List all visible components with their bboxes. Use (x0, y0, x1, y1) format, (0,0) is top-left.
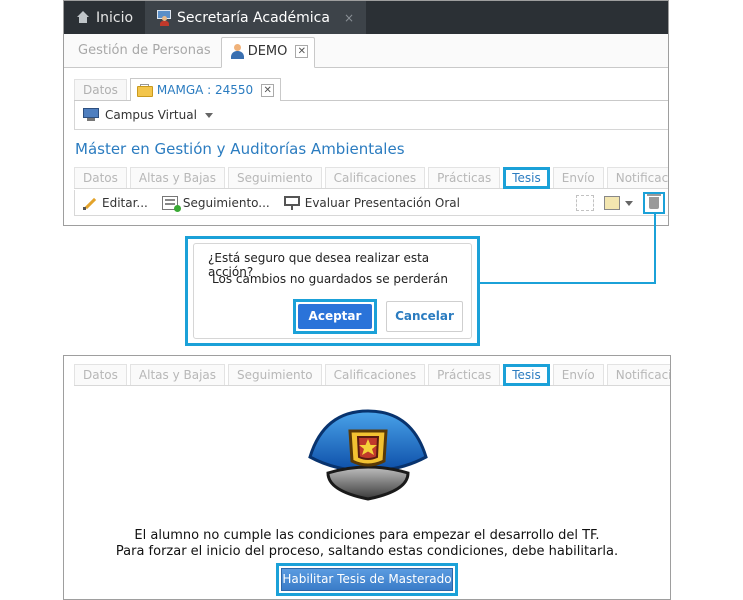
tab-seguimiento[interactable]: Seguimiento (228, 167, 322, 188)
home-icon (76, 11, 90, 24)
export-icon (604, 196, 620, 210)
tab-mamga-label: MAMGA : 24550 (156, 83, 254, 97)
tab-datos-record[interactable]: Datos (74, 79, 127, 100)
thesis-toolbar: Editar... Seguimiento... Evaluar Present… (74, 190, 668, 216)
monitor-icon (83, 108, 99, 122)
tab-gestion-personas[interactable]: Gestión de Personas (68, 43, 221, 67)
tab-altas-bajas[interactable]: Altas y Bajas (129, 364, 226, 385)
tab-seguimiento[interactable]: Seguimiento (228, 364, 322, 385)
followup-button[interactable]: Seguimiento... (161, 195, 270, 212)
tab-demo-label: DEMO (247, 44, 288, 59)
program-title: Máster en Gestión y Auditorías Ambiental… (75, 140, 405, 158)
tab-envio[interactable]: Envío (552, 364, 604, 385)
tab-datos[interactable]: Datos (74, 364, 127, 385)
tab-inicio-label: Inicio (96, 9, 134, 26)
close-demo-icon[interactable]: ✕ (295, 45, 309, 58)
thesis-message-line2: Para forzar el inicio del proceso, salta… (115, 544, 619, 559)
enable-thesis-highlight: Habilitar Tesis de Masterado (276, 563, 458, 596)
disabled-action-icon (576, 195, 594, 211)
tab-secretaria-label: Secretaría Académica (177, 9, 330, 26)
tab-secretaria-academica[interactable]: Secretaría Académica × (145, 1, 367, 34)
tab-mamga[interactable]: MAMGA : 24550 ✕ (129, 78, 282, 101)
thesis-message: El alumno no cumple las condiciones para… (64, 528, 670, 560)
campus-virtual-label: Campus Virtual (105, 108, 197, 122)
followup-label: Seguimiento... (182, 195, 270, 210)
tab-inicio[interactable]: Inicio (64, 1, 145, 34)
tab-practicas[interactable]: Prácticas (428, 364, 501, 385)
tab-datos[interactable]: Datos (74, 167, 127, 188)
evaluate-label: Evaluar Presentación Oral (304, 195, 460, 210)
detail-tabbar: Datos Altas y Bajas Seguimiento Califica… (74, 165, 668, 189)
app-window-top: Inicio Secretaría Académica × Gestión de… (63, 0, 669, 226)
chevron-down-icon (625, 200, 633, 206)
thesis-message-line1: El alumno no cumple las condiciones para… (134, 528, 600, 543)
export-menu-button[interactable] (604, 196, 633, 210)
tab-practicas[interactable]: Prácticas (428, 167, 501, 188)
tab-tesis[interactable]: Tesis (503, 167, 550, 189)
app-window-bottom: Datos Altas y Bajas Seguimiento Califica… (63, 355, 671, 600)
chevron-down-icon (204, 112, 213, 118)
callout-connector (479, 282, 656, 284)
tab-notificaciones[interactable]: Notificaciones (606, 167, 668, 188)
user-icon (230, 44, 244, 59)
close-tab-icon[interactable]: × (344, 11, 354, 25)
close-mamga-icon[interactable]: ✕ (261, 83, 275, 97)
list-add-icon (161, 195, 181, 212)
enable-thesis-button[interactable]: Habilitar Tesis de Masterado (281, 568, 453, 591)
tab-notificaciones[interactable]: Notificaciones (606, 364, 670, 385)
tab-calificaciones[interactable]: Calificaciones (324, 364, 426, 385)
tab-calificaciones[interactable]: Calificaciones (324, 167, 426, 188)
police-cap-icon (308, 409, 428, 501)
tab-tesis[interactable]: Tesis (503, 364, 550, 386)
accept-button-highlight: Aceptar (293, 299, 377, 334)
confirm-dialog: ¿Está seguro que desea realizar esta acc… (193, 243, 472, 339)
people-tabbar: Gestión de Personas DEMO ✕ (64, 34, 668, 68)
campus-virtual-menu[interactable]: Campus Virtual (74, 101, 668, 130)
trash-icon (647, 194, 661, 209)
record-tabbar: Datos MAMGA : 24550 ✕ (74, 78, 668, 101)
edit-label: Editar... (102, 195, 148, 210)
detail-tabbar: Datos Altas y Bajas Seguimiento Califica… (74, 362, 670, 386)
tab-altas-bajas[interactable]: Altas y Bajas (129, 167, 226, 188)
main-tabbar: Inicio Secretaría Académica × (64, 1, 668, 34)
callout-connector (654, 214, 656, 283)
dialog-warning: Los cambios no guardados se perderán (212, 272, 449, 286)
teacher-icon (157, 9, 172, 26)
pencil-icon (83, 196, 97, 210)
tab-demo[interactable]: DEMO ✕ (220, 37, 316, 68)
confirm-dialog-highlight: ¿Está seguro que desea realizar esta acc… (185, 236, 480, 346)
toolbar-right-actions (576, 192, 665, 214)
edit-button[interactable]: Editar... (83, 196, 148, 210)
cancel-button[interactable]: Cancelar (386, 301, 463, 332)
folder-icon (136, 83, 153, 97)
tab-envio[interactable]: Envío (552, 167, 604, 188)
accept-button[interactable]: Aceptar (298, 304, 372, 329)
evaluate-oral-button[interactable]: Evaluar Presentación Oral (283, 195, 460, 210)
delete-button[interactable] (643, 192, 665, 214)
presentation-icon (283, 195, 300, 210)
